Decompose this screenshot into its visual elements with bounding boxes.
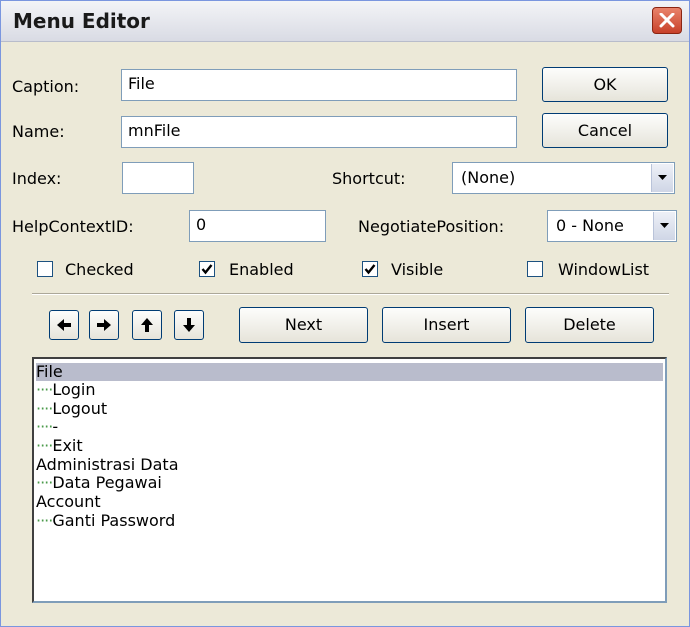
separator (32, 293, 669, 295)
list-item-label: Data Pegawai (52, 473, 162, 492)
windowlist-label: WindowList (558, 260, 650, 279)
checked-label: Checked (65, 260, 134, 279)
list-item[interactable]: ····- (36, 418, 663, 436)
list-item[interactable]: File (36, 363, 663, 381)
list-item-label: Administrasi Data (36, 455, 179, 474)
visible-checkbox[interactable] (362, 261, 378, 277)
name-label: Name: (12, 122, 65, 141)
window-title: Menu Editor (13, 9, 150, 33)
shortcut-label: Shortcut: (332, 169, 406, 188)
enabled-label: Enabled (229, 260, 294, 279)
indent-dots: ···· (36, 417, 53, 436)
list-item-label: Logout (52, 399, 108, 418)
negotiateposition-label: NegotiatePosition: (358, 217, 505, 236)
menu-editor-window: Menu Editor Caption: File OK Name: mnFil… (0, 0, 690, 627)
list-item-label: Login (52, 380, 96, 399)
list-item[interactable]: ····Login (36, 381, 663, 399)
move-right-button[interactable] (89, 310, 119, 340)
visible-label: Visible (391, 260, 444, 279)
menu-items-list[interactable]: File ····Login ····Logout ····- ····Exit… (32, 357, 667, 603)
indent-dots: ···· (36, 380, 53, 399)
title-bar: Menu Editor (1, 1, 689, 42)
shortcut-dropdown-arrow[interactable] (651, 164, 673, 192)
next-button[interactable]: Next (239, 307, 368, 343)
arrow-up-icon (141, 318, 153, 332)
list-item-label: Ganti Password (52, 511, 176, 530)
negotiateposition-select[interactable]: 0 - None (547, 210, 677, 242)
list-item[interactable]: ····Ganti Password (36, 512, 663, 530)
helpcontextid-field[interactable]: 0 (189, 210, 326, 242)
list-item-label: File (36, 362, 63, 381)
caption-field[interactable]: File (121, 69, 517, 101)
name-field[interactable]: mnFile (121, 116, 517, 148)
list-item[interactable]: ····Data Pegawai (36, 474, 663, 492)
negotiateposition-value: 0 - None (556, 216, 624, 235)
helpcontextid-label: HelpContextID: (12, 217, 134, 236)
enabled-checkbox[interactable] (199, 261, 215, 277)
checked-checkbox[interactable] (37, 261, 53, 277)
move-left-button[interactable] (49, 310, 79, 340)
insert-button[interactable]: Insert (382, 307, 511, 343)
arrow-left-icon (57, 319, 71, 331)
list-item-label: Exit (52, 436, 83, 455)
close-icon (659, 13, 675, 28)
shortcut-select[interactable]: (None) (452, 162, 675, 194)
cancel-button[interactable]: Cancel (542, 113, 668, 148)
close-button[interactable] (652, 7, 682, 34)
ok-button[interactable]: OK (542, 67, 668, 102)
caption-label: Caption: (12, 77, 80, 96)
checkmark-icon (201, 264, 213, 275)
indent-dots: ···· (36, 511, 53, 530)
chevron-down-icon (658, 175, 667, 180)
arrow-right-icon (97, 319, 111, 331)
list-item[interactable]: ····Exit (36, 437, 663, 455)
list-item-label: - (52, 417, 59, 436)
delete-button[interactable]: Delete (525, 307, 654, 343)
list-item[interactable]: Account (36, 493, 663, 511)
arrow-down-icon (183, 318, 195, 332)
chevron-down-icon (660, 223, 669, 228)
index-field[interactable] (122, 162, 194, 194)
list-item-label: Account (36, 492, 101, 511)
indent-dots: ···· (36, 399, 53, 418)
shortcut-value: (None) (461, 168, 516, 187)
move-down-button[interactable] (174, 310, 204, 340)
checkmark-icon (364, 264, 376, 275)
indent-dots: ···· (36, 436, 53, 455)
indent-dots: ···· (36, 473, 53, 492)
move-up-button[interactable] (132, 310, 162, 340)
index-label: Index: (12, 169, 62, 188)
negotiateposition-dropdown-arrow[interactable] (653, 212, 675, 240)
list-item[interactable]: ····Logout (36, 400, 663, 418)
windowlist-checkbox[interactable] (527, 261, 543, 277)
list-item[interactable]: Administrasi Data (36, 456, 663, 474)
